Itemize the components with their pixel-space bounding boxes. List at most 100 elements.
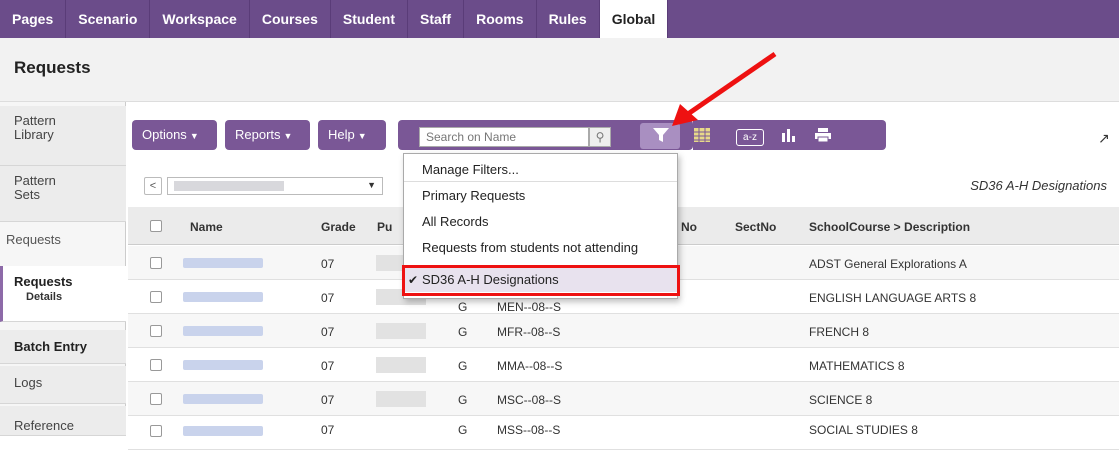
- tab-rooms[interactable]: Rooms: [464, 0, 537, 38]
- redacted-value: [376, 391, 426, 407]
- redacted-name[interactable]: [183, 360, 263, 370]
- top-nav-bar: Pages Scenario Workspace Courses Student…: [0, 0, 1119, 38]
- sidebar-item-batch-entry[interactable]: Batch Entry: [0, 330, 126, 364]
- redacted-name[interactable]: [183, 258, 263, 268]
- column-header-name[interactable]: Name: [190, 220, 223, 234]
- row-grade: 07: [321, 359, 335, 373]
- menu-item-primary-requests[interactable]: Primary Requests: [404, 184, 677, 208]
- tab-workspace[interactable]: Workspace: [150, 0, 250, 38]
- annotation-arrow: [672, 51, 777, 126]
- sidebar-item-label: Reference: [14, 418, 74, 433]
- row-course: MMA--08--S: [497, 359, 563, 373]
- reports-button-label: Reports: [235, 127, 281, 142]
- table-row[interactable]: [128, 382, 1119, 416]
- row-description: ADST General Explorations A: [809, 257, 967, 271]
- table-row[interactable]: [128, 314, 1119, 348]
- row-grade: 07: [321, 325, 335, 339]
- redacted-value: [174, 181, 284, 191]
- sidebar-item-label: Requests: [14, 274, 73, 289]
- row-type: G: [458, 423, 468, 437]
- row-checkbox[interactable]: [150, 325, 162, 337]
- tab-pages[interactable]: Pages: [0, 0, 67, 38]
- page-header: Requests: [0, 38, 1119, 102]
- row-checkbox[interactable]: [150, 393, 162, 405]
- column-header-description[interactable]: SchoolCourse > Description: [809, 220, 970, 234]
- sidebar-item-requests[interactable]: Requests Details: [0, 266, 126, 322]
- row-description: FRENCH 8: [809, 325, 870, 339]
- print-icon[interactable]: [813, 127, 833, 147]
- sidebar-item-label: Pattern Library: [14, 113, 56, 142]
- tab-staff[interactable]: Staff: [408, 0, 465, 38]
- row-course: MEN--08--S: [497, 300, 562, 314]
- tab-courses[interactable]: Courses: [250, 0, 331, 38]
- options-button-label: Options: [142, 127, 187, 142]
- sidebar-item-pattern-library[interactable]: Pattern Library: [0, 106, 126, 166]
- caret-down-icon: ▼: [283, 131, 293, 141]
- redacted-name[interactable]: [183, 426, 263, 436]
- row-description: SOCIAL STUDIES 8: [809, 423, 918, 437]
- redacted-name[interactable]: [183, 394, 263, 404]
- active-filter-label: SD36 A-H Designations: [970, 178, 1107, 193]
- search-icon[interactable]: ⚲: [589, 127, 611, 147]
- sidebar-section-label: Requests: [6, 232, 61, 247]
- row-checkbox[interactable]: [150, 425, 162, 437]
- column-header-no[interactable]: No: [681, 220, 697, 234]
- table-row[interactable]: [128, 348, 1119, 382]
- table-row[interactable]: [128, 416, 1119, 450]
- record-select[interactable]: ▼: [167, 177, 383, 195]
- row-course: MSC--08--S: [497, 393, 562, 407]
- row-checkbox[interactable]: [150, 291, 162, 303]
- column-header-grade[interactable]: Grade: [321, 220, 356, 234]
- row-course: MSS--08--S: [497, 423, 561, 437]
- row-grade: 07: [321, 423, 335, 437]
- pop-out-icon[interactable]: ↗: [1098, 130, 1110, 147]
- menu-item-all-records[interactable]: All Records: [404, 210, 677, 234]
- sidebar-item-logs[interactable]: Logs: [0, 366, 126, 404]
- search-input[interactable]: Search on Name: [419, 127, 589, 147]
- reports-button[interactable]: Reports ▼: [225, 120, 310, 150]
- row-description: MATHEMATICS 8: [809, 359, 905, 373]
- column-header-pu[interactable]: Pu: [377, 220, 392, 234]
- row-type: G: [458, 300, 468, 314]
- redacted-name[interactable]: [183, 326, 263, 336]
- caret-down-icon: ▼: [357, 131, 367, 141]
- row-course: MFR--08--S: [497, 325, 561, 339]
- previous-record-button[interactable]: <: [144, 177, 162, 195]
- row-checkbox[interactable]: [150, 257, 162, 269]
- redacted-value: [376, 357, 426, 373]
- sidebar-item-label: Pattern Sets: [14, 173, 56, 202]
- sidebar-item-label: Logs: [14, 375, 43, 390]
- row-type: G: [458, 325, 468, 339]
- menu-item-manage-filters[interactable]: Manage Filters...: [404, 158, 677, 182]
- page-title: Requests: [14, 58, 91, 77]
- column-header-sectno[interactable]: SectNo: [735, 220, 776, 234]
- tab-rules[interactable]: Rules: [537, 0, 600, 38]
- chart-icon[interactable]: [779, 127, 797, 147]
- sidebar-item-reference[interactable]: Reference: [0, 406, 126, 436]
- row-description: SCIENCE 8: [809, 393, 873, 407]
- tab-scenario[interactable]: Scenario: [66, 0, 151, 38]
- options-button[interactable]: Options ▼: [132, 120, 217, 150]
- sidebar-subitem-details[interactable]: Details: [14, 291, 126, 303]
- sidebar-item-pattern-sets[interactable]: Pattern Sets: [0, 166, 126, 222]
- caret-down-icon: ▼: [189, 131, 199, 141]
- redacted-name[interactable]: [183, 292, 263, 302]
- row-checkbox[interactable]: [150, 359, 162, 371]
- tab-global[interactable]: Global: [599, 0, 669, 38]
- highlight-box: [402, 265, 680, 296]
- sidebar-item-label: Batch Entry: [14, 339, 87, 354]
- sidebar-section-requests: Requests: [0, 232, 126, 256]
- chevron-down-icon: ▼: [367, 180, 376, 190]
- redacted-value: [376, 323, 426, 339]
- sidebar: Pattern Library Pattern Sets Requests Re…: [0, 102, 126, 436]
- row-grade: 07: [321, 393, 335, 407]
- help-button[interactable]: Help ▼: [318, 120, 386, 150]
- row-grade: 07: [321, 257, 335, 271]
- help-button-label: Help: [328, 127, 355, 142]
- row-grade: 07: [321, 291, 335, 305]
- select-all-checkbox[interactable]: [150, 220, 162, 232]
- menu-item-not-attending[interactable]: Requests from students not attending: [404, 236, 677, 260]
- row-type: G: [458, 359, 468, 373]
- row-description: ENGLISH LANGUAGE ARTS 8: [809, 291, 977, 305]
- tab-student[interactable]: Student: [331, 0, 408, 38]
